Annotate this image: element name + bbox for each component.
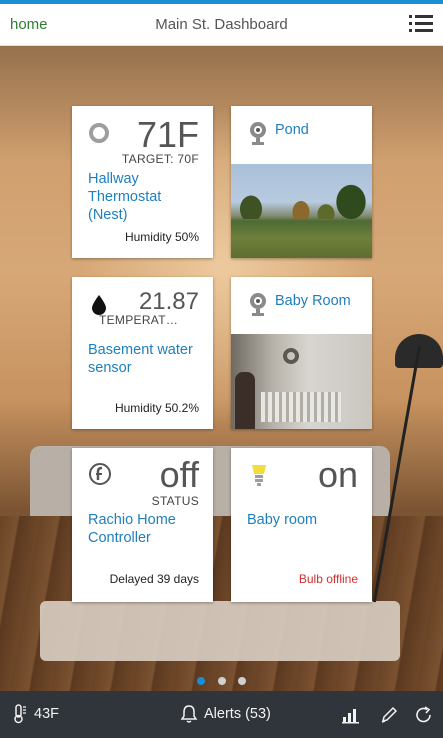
outdoor-temperature: 43F: [34, 706, 59, 722]
rachio-icon: [88, 462, 111, 485]
bulb-state-value: on: [317, 454, 358, 495]
rachio-delay: Delayed 39 days: [109, 572, 199, 586]
pond-camera-tile[interactable]: Pond: [231, 106, 372, 258]
water-sensor-label: TEMPERAT…: [99, 313, 179, 327]
water-drop-icon: [88, 293, 110, 315]
thermostat-target: TARGET: 70F: [121, 152, 199, 166]
water-sensor-tile[interactable]: 21.87 TEMPERAT… Basement water sensor Hu…: [72, 277, 213, 429]
bottom-toolbar: 43F Alerts (53): [0, 691, 443, 738]
rachio-status-label: STATUS: [151, 494, 199, 508]
weather-button[interactable]: 43F: [12, 704, 59, 724]
bar-chart-icon[interactable]: [342, 706, 360, 724]
baby-room-camera-tile[interactable]: Baby Room: [231, 277, 372, 429]
water-sensor-temperature: 21.87: [138, 288, 199, 315]
baby-room-camera-snapshot[interactable]: [231, 334, 372, 429]
thermostat-humidity: Humidity 50%: [124, 230, 199, 244]
water-sensor-name[interactable]: Basement water sensor: [88, 341, 203, 377]
page-title: Main St. Dashboard: [155, 16, 288, 33]
page-dot[interactable]: [197, 677, 206, 685]
rachio-status-value: off: [159, 454, 199, 495]
page-dot[interactable]: [217, 677, 226, 685]
thermostat-name[interactable]: Hallway Thermostat (Nest): [88, 170, 178, 224]
thermostat-tile[interactable]: 71F TARGET: 70F Hallway Thermostat (Nest…: [72, 106, 213, 258]
camera-icon: [247, 291, 269, 316]
bell-icon: [180, 704, 198, 724]
pond-camera-name[interactable]: Pond: [275, 122, 309, 138]
thermostat-ring-icon: [88, 122, 110, 144]
bulb-offline-status: Bulb offline: [298, 572, 358, 586]
background-room-image: [0, 46, 443, 691]
thermometer-icon: [12, 704, 28, 724]
page-indicator: [0, 672, 443, 690]
camera-icon: [247, 120, 269, 145]
thermostat-temperature: 71F: [136, 114, 199, 155]
edit-pencil-icon[interactable]: [380, 706, 398, 724]
baby-room-camera-name[interactable]: Baby Room: [275, 293, 351, 309]
app-header: home Main St. Dashboard: [0, 4, 443, 46]
bulb-tile[interactable]: on Baby room Bulb offline: [231, 448, 372, 602]
bulb-name[interactable]: Baby room: [247, 511, 362, 529]
page-dot[interactable]: [237, 677, 246, 685]
water-sensor-humidity: Humidity 50.2%: [114, 401, 199, 415]
light-bulb-icon: [249, 462, 271, 486]
rachio-name[interactable]: Rachio Home Controller: [88, 511, 203, 547]
alerts-button[interactable]: Alerts (53): [180, 704, 271, 724]
list-menu-icon[interactable]: [409, 14, 433, 34]
refresh-icon[interactable]: [415, 705, 433, 725]
alerts-label: Alerts (53): [204, 706, 271, 722]
pond-camera-snapshot[interactable]: [231, 164, 372, 258]
rachio-tile[interactable]: off STATUS Rachio Home Controller Delaye…: [72, 448, 213, 602]
